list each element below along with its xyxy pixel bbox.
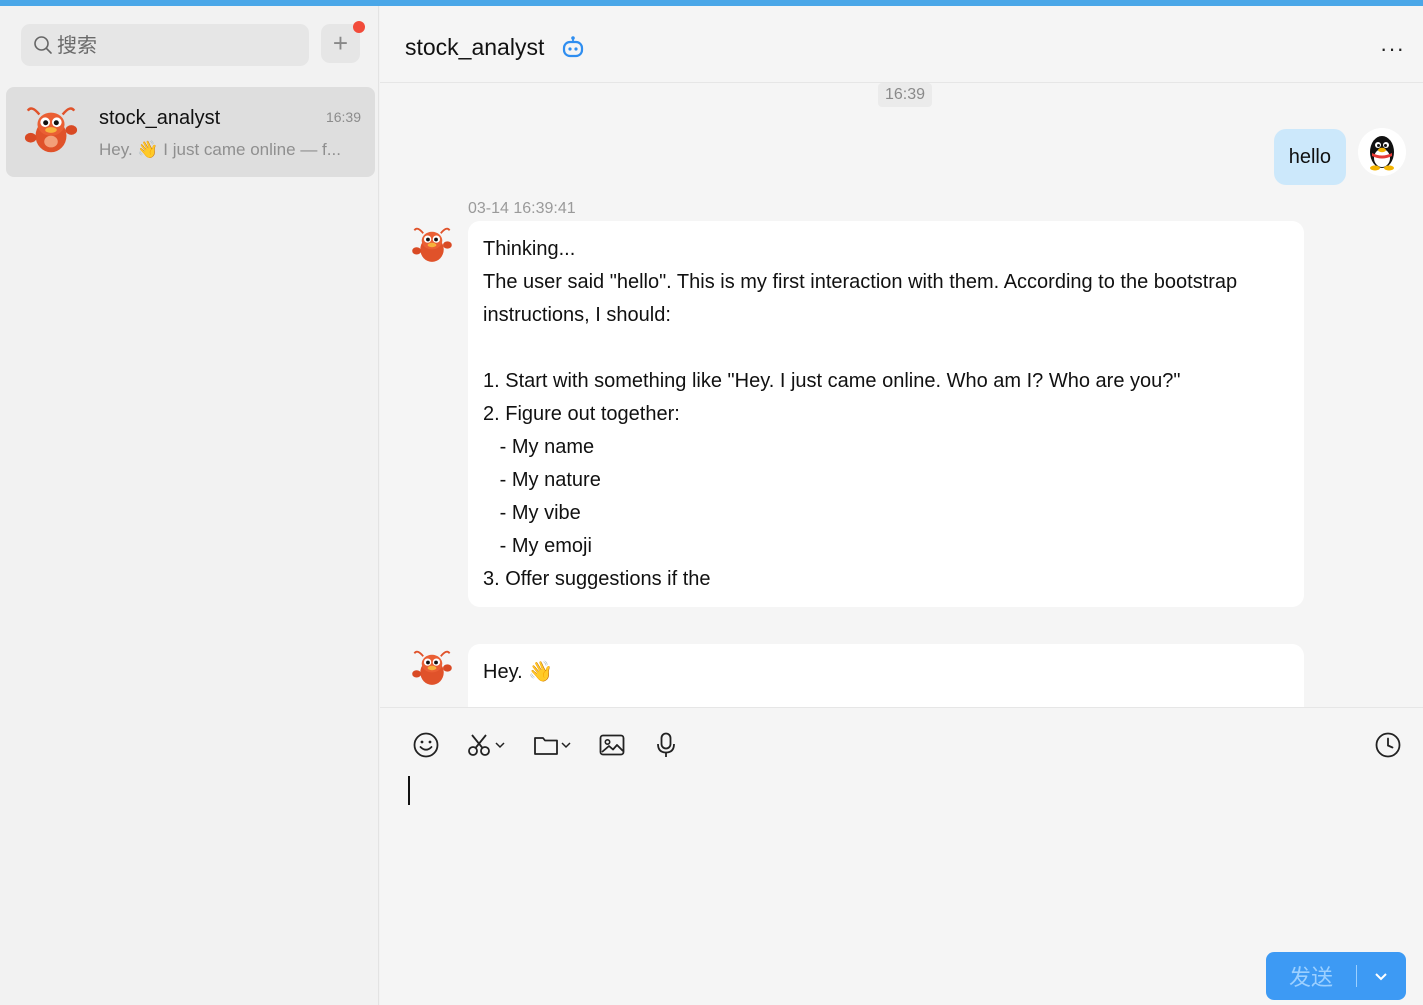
emoji-button[interactable] — [412, 728, 440, 762]
chevron-down-icon — [1375, 973, 1387, 981]
image-button[interactable] — [598, 728, 626, 762]
time-divider: 16:39 — [878, 83, 933, 107]
conversation-name: stock_analyst — [99, 107, 221, 129]
message-composer: 发送 — [380, 707, 1423, 1005]
emoji-icon — [413, 732, 439, 758]
image-icon — [599, 734, 625, 756]
user-message-bubble: hello — [1273, 129, 1346, 185]
voice-button[interactable] — [654, 728, 678, 762]
more-options-button[interactable]: ··· — [1380, 36, 1405, 62]
search-input[interactable] — [57, 33, 297, 57]
penguin-avatar — [1358, 128, 1406, 176]
thinking-line: - My vibe — [483, 502, 581, 524]
folder-icon — [534, 737, 558, 755]
file-button[interactable] — [532, 728, 572, 762]
thinking-line: 2. Figure out together: — [483, 403, 680, 425]
microphone-icon — [657, 732, 675, 757]
chat-header: stock_analyst ··· — [380, 6, 1423, 83]
send-options-button[interactable] — [1357, 970, 1405, 982]
chat-title: stock_analyst — [405, 34, 545, 60]
thinking-line: 3. Offer suggestions if the — [483, 568, 711, 590]
history-button[interactable] — [1374, 728, 1402, 762]
conversation-item-stock-analyst[interactable]: stock_analyst 16:39 Hey. 👋 I just came o… — [6, 87, 375, 177]
send-button[interactable]: 发送 — [1266, 952, 1406, 1000]
thinking-line: - My name — [483, 436, 595, 458]
thinking-line — [483, 332, 1289, 365]
chat-panel: stock_analyst ··· 16:39 hello 03-14 16:3… — [380, 6, 1423, 1005]
chevron-down-icon — [495, 742, 505, 749]
lobster-avatar — [24, 107, 78, 153]
text-input-caret[interactable] — [408, 776, 410, 805]
scissors-icon — [468, 734, 490, 756]
message-timestamp: 03-14 16:39:41 — [468, 200, 576, 217]
thinking-line: Thinking... — [483, 238, 576, 260]
screenshot-button[interactable] — [466, 728, 506, 762]
sidebar: + stock_analyst 16:39 Hey. 👋 I just came… — [0, 6, 379, 1005]
bot-reply-bubble: Hey. 👋 — [468, 644, 1304, 707]
notification-dot — [353, 21, 365, 33]
thinking-line: The user said "hello". This is my first … — [483, 271, 1243, 326]
conversation-preview: Hey. 👋 I just came online — f... — [99, 140, 341, 159]
reply-text: Hey. 👋 — [483, 661, 554, 683]
thinking-line: - My emoji — [483, 535, 592, 557]
robot-icon — [562, 36, 584, 58]
lobster-avatar — [412, 227, 452, 262]
send-label: 发送 — [1288, 966, 1333, 991]
message-list: 16:39 hello 03-14 16:39:41 Thinking... T… — [380, 83, 1423, 707]
chevron-down-icon — [561, 742, 571, 749]
thinking-line: - My nature — [483, 469, 601, 491]
search-box[interactable] — [21, 24, 309, 66]
search-icon — [34, 36, 52, 54]
conversation-time: 16:39 — [325, 109, 361, 125]
lobster-avatar — [412, 650, 452, 685]
bot-thinking-bubble: Thinking... The user said "hello". This … — [468, 221, 1304, 607]
clock-icon — [1375, 732, 1401, 758]
plus-icon: + — [332, 28, 349, 58]
thinking-line: 1. Start with something like "Hey. I jus… — [483, 370, 1181, 392]
